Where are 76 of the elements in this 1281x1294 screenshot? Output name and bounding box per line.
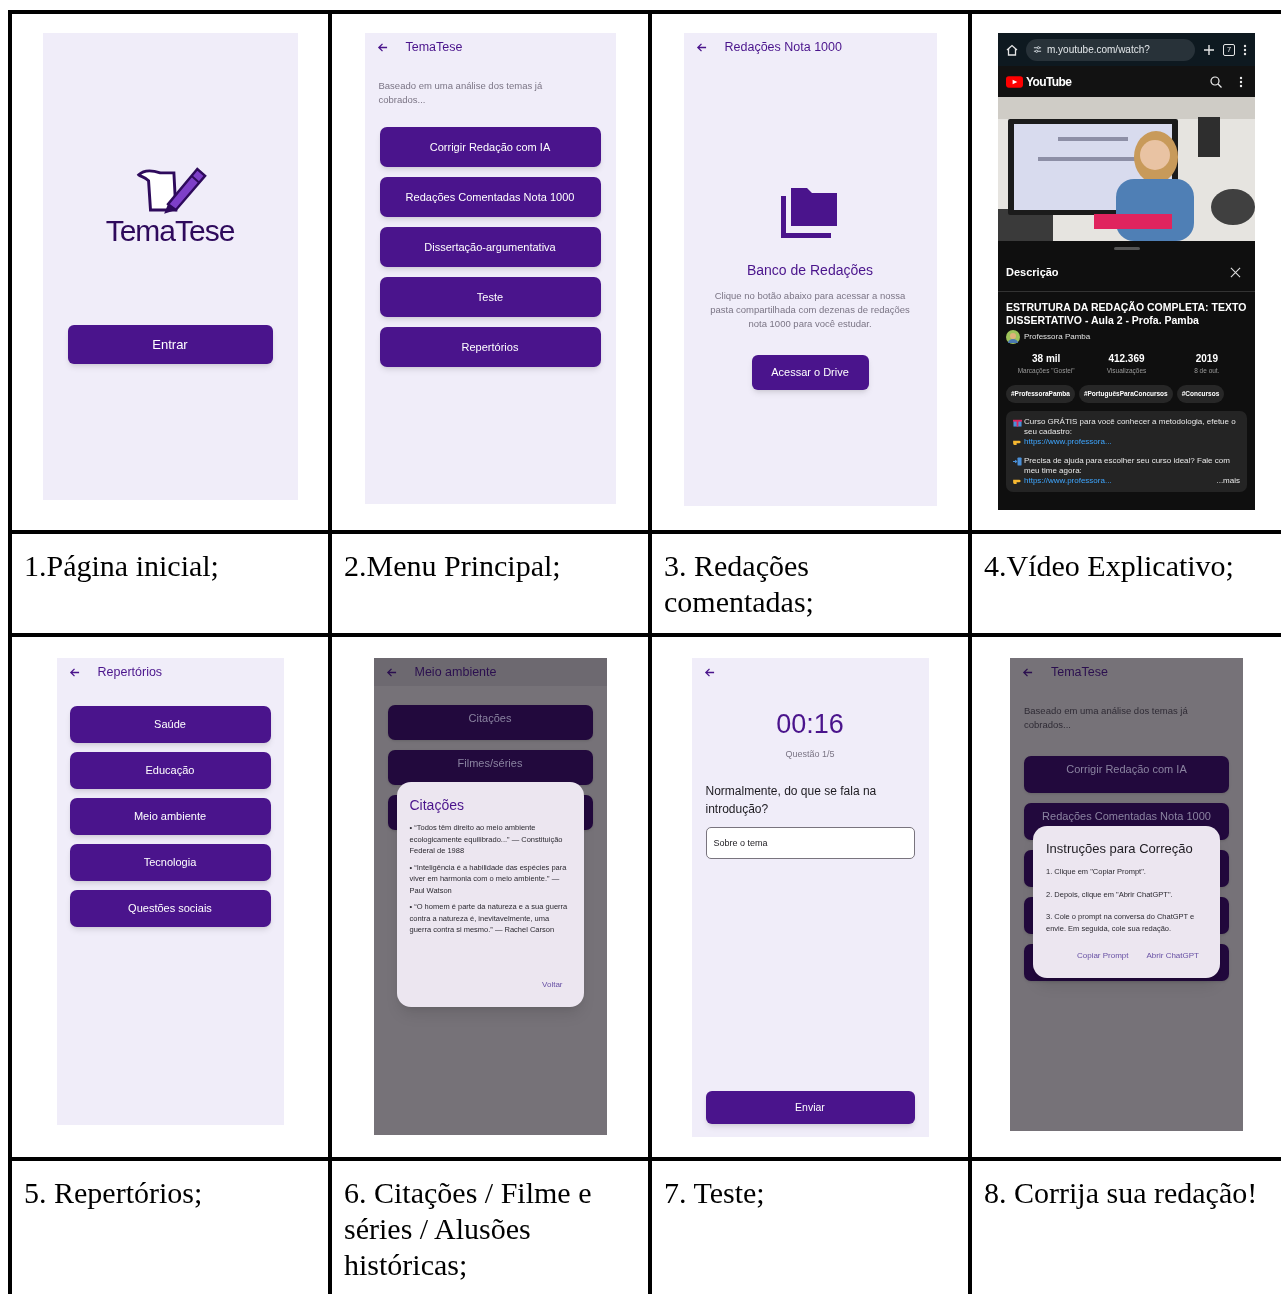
search-icon[interactable] [1210, 75, 1222, 88]
gift-icon [1013, 417, 1022, 427]
caption: 4.Vídeo Explicativo; [984, 548, 1235, 584]
menu-button[interactable]: Corrigir Redação com IA [1024, 756, 1229, 793]
dialog-title: Instruções para Correção [1046, 840, 1194, 858]
back-icon[interactable] [695, 41, 707, 53]
menu-button[interactable]: Dissertação-argumentativa [379, 227, 601, 267]
stat-value: 412.369 [1108, 352, 1145, 366]
stat-value: 38 mil [1032, 352, 1061, 366]
menu-icon[interactable] [1239, 75, 1243, 88]
back-icon[interactable] [68, 666, 80, 678]
screen-title: Redações Nota 1000 [724, 38, 842, 56]
drive-button[interactable]: Acessar o Drive [751, 355, 869, 390]
menu-button[interactable]: Questões sociais [69, 890, 271, 927]
menu-button[interactable]: Saúde [69, 706, 271, 743]
screen-title: Repertórios [97, 663, 163, 681]
screen-title: TemaTese [405, 38, 463, 56]
back-icon[interactable] [703, 666, 715, 678]
subtitle: Baseado em uma análise dos temas já cobrados... [377, 79, 544, 107]
screen-title: TemaTese [1051, 663, 1108, 681]
dialog-action[interactable]: Copiar Prompt [1076, 950, 1129, 962]
more-link[interactable]: ...mais [1216, 475, 1240, 486]
menu-button[interactable]: Redações Comentadas Nota 1000 [379, 177, 601, 217]
description-text: Precisa de ajuda para escolher seu curso ideal? Fale com meu time agora: [1024, 455, 1231, 476]
phone-icon [1013, 456, 1022, 466]
submit-button[interactable]: Enviar [705, 1091, 915, 1124]
screen-title: Meio ambiente [414, 663, 497, 681]
subtitle: Baseado em uma análise dos temas já cobrados... [1023, 704, 1189, 732]
avatar-icon[interactable] [1006, 330, 1020, 344]
question-text: Normalmente, do que se fala na introdução? [704, 783, 878, 818]
menu-button[interactable]: Teste [379, 277, 601, 317]
link[interactable]: https://www.professora... [1024, 436, 1112, 447]
caption: 3. Redações comentadas; [664, 548, 815, 620]
dialog-title: Citações [409, 796, 465, 814]
url-text: m.youtube.com/watch? [1047, 43, 1150, 57]
menu-button[interactable]: Tecnologia [69, 844, 271, 881]
menu-button[interactable]: Educação [69, 752, 271, 789]
logo-text: TemaTese [105, 214, 235, 248]
video-title: ESTRUTURA DA REDAÇÃO COMPLETA: TEXTO DISSERTATIVO - Aula 2 - Profa. Pamba [1006, 301, 1247, 327]
caption: 5. Repertórios; [24, 1175, 204, 1211]
site-settings-icon[interactable] [1033, 45, 1042, 54]
caption: 8. Corrija sua redação! [984, 1175, 1259, 1211]
home-icon[interactable] [1006, 43, 1018, 56]
caption: 2.Menu Principal; [344, 548, 562, 584]
question-counter: Questão 1/5 [785, 748, 835, 760]
caption: 7. Teste; [664, 1175, 766, 1211]
menu-button[interactable]: Citações [387, 705, 593, 740]
enter-button[interactable]: Entrar [67, 325, 273, 364]
heading: Banco de Redações [746, 261, 874, 279]
dialog-action[interactable]: Voltar [542, 979, 563, 991]
menu-icon[interactable] [1243, 43, 1247, 56]
menu-button[interactable]: Corrigir Redação com IA [379, 127, 601, 167]
description-text: Curso GRÁTIS para você conhecer a metodologia, efetue o seu cadastro: [1024, 416, 1237, 437]
caption: 6. Citações / Filme e séries / Alusões históricas; [344, 1175, 593, 1283]
play-logo-icon[interactable] [1006, 75, 1023, 88]
stat-value: 2019 [1195, 352, 1218, 366]
address-bar[interactable]: m.youtube.com/watch? [1026, 38, 1195, 61]
channel-name[interactable]: Professora Pamba [1024, 331, 1091, 343]
timer: 00:16 [776, 708, 844, 740]
menu-button[interactable]: Filmes/séries [387, 750, 593, 785]
answer-field[interactable]: Sobre o tema [705, 827, 915, 859]
pointing-hand-icon [1013, 438, 1022, 446]
menu-button[interactable]: Meio ambiente [69, 798, 271, 835]
folder-icon [781, 188, 839, 238]
close-icon[interactable] [1230, 266, 1241, 278]
description: Clique no botão abaixo para acessar a nossa pasta compartilhada com dezenas de redações nota 1000 para você estudar. [709, 289, 911, 331]
link[interactable]: https://www.professora... [1024, 475, 1112, 486]
dialog-action[interactable]: Abrir ChatGPT [1146, 950, 1199, 962]
brand-name: YouTube [1026, 73, 1072, 91]
caption: 1.Página inicial; [24, 548, 220, 584]
back-icon[interactable] [376, 41, 388, 53]
drag-handle[interactable] [1113, 247, 1140, 250]
plus-icon[interactable] [1203, 43, 1215, 56]
menu-button[interactable]: Repertórios [379, 327, 601, 367]
sheet-title: Descrição [1006, 264, 1059, 280]
pointing-hand-icon [1013, 477, 1022, 485]
